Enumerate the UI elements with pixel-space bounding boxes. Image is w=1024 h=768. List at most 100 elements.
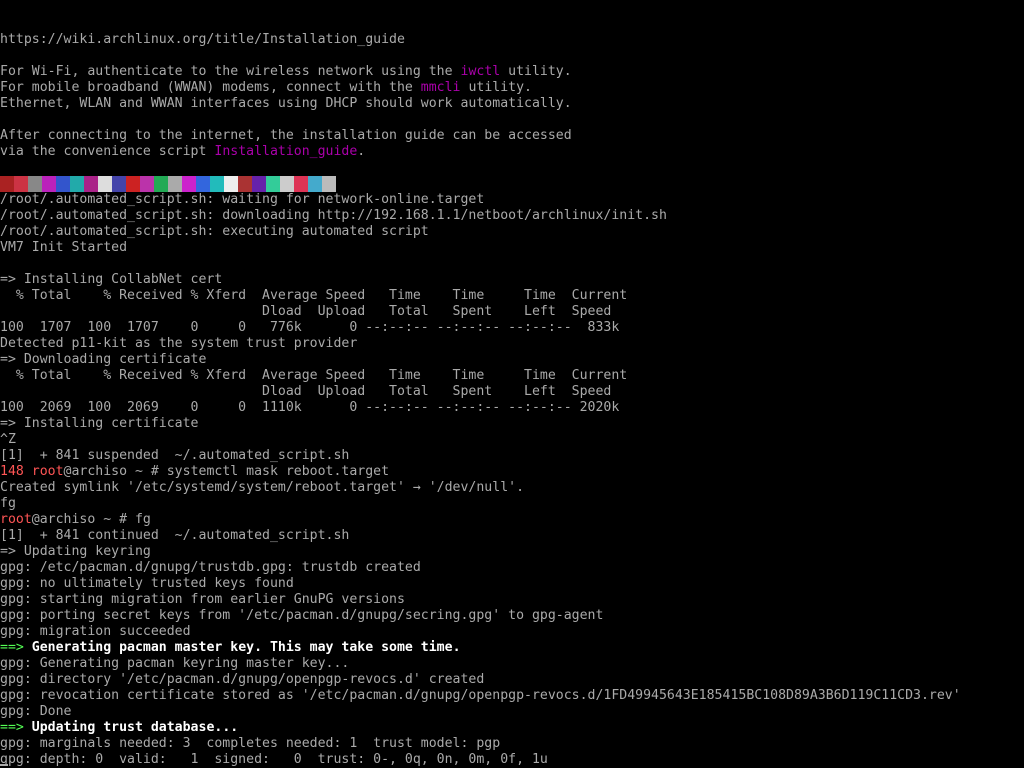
glitch-block: [224, 176, 238, 192]
glitch-block: [112, 176, 126, 192]
terminal-line: gpg: depth: 0 valid: 1 signed: 0 trust: …: [0, 752, 1024, 768]
terminal-text-segment: gpg: migration succeeded: [0, 624, 191, 639]
terminal-text-segment: gpg: Generating pacman keyring master ke…: [0, 656, 350, 671]
glitch-block: [28, 176, 42, 192]
terminal-line: For mobile broadband (WWAN) modems, conn…: [0, 80, 1024, 96]
terminal-line: gpg: revocation certificate stored as '/…: [0, 688, 1024, 704]
terminal-line: => Updating keyring: [0, 544, 1024, 560]
terminal-text-segment: Ethernet, WLAN and WWAN interfaces using…: [0, 96, 572, 111]
terminal-line: gpg: Done: [0, 704, 1024, 720]
terminal-line: % Total % Received % Xferd Average Speed…: [0, 288, 1024, 304]
terminal-text-segment: .: [357, 144, 366, 159]
terminal-text-segment: 148: [0, 464, 32, 479]
terminal-text-segment: ==>: [0, 640, 24, 655]
terminal-line: /root/.automated_script.sh: downloading …: [0, 208, 1024, 224]
terminal-line: For Wi-Fi, authenticate to the wireless …: [0, 64, 1024, 80]
glitch-block: [322, 176, 336, 192]
terminal-line: root@archiso ~ # fg: [0, 512, 1024, 528]
terminal-line: /root/.automated_script.sh: executing au…: [0, 224, 1024, 240]
terminal-line: [0, 176, 1024, 192]
terminal-text-segment: [1] + 841 continued ~/.automated_script.…: [0, 528, 350, 543]
glitch-block: [252, 176, 266, 192]
terminal-line: => Downloading certificate: [0, 352, 1024, 368]
glitch-block: [210, 176, 224, 192]
glitch-block: [308, 176, 322, 192]
terminal-text-segment: [1] + 841 suspended ~/.automated_script.…: [0, 448, 350, 463]
terminal-text-segment: Updating trust database...: [23, 720, 239, 735]
terminal-text-segment: VM7 Init Started: [0, 240, 128, 255]
terminal-line: Dload Upload Total Spent Left Speed: [0, 304, 1024, 320]
terminal-text-segment: fg: [0, 496, 16, 511]
glitch-block: [168, 176, 182, 192]
terminal-text-segment: % Total % Received % Xferd Average Speed…: [0, 368, 628, 383]
terminal-text-segment: ^Z: [0, 432, 16, 447]
terminal-line: gpg: no ultimately trusted keys found: [0, 576, 1024, 592]
glitch-block: [182, 176, 196, 192]
terminal-line: 100 2069 100 2069 0 0 1110k 0 --:--:-- -…: [0, 400, 1024, 416]
terminal-text-segment: root: [31, 464, 64, 479]
terminal-text-segment: gpg: revocation certificate stored as '/…: [0, 688, 961, 703]
terminal-line: ==> Generating pacman master key. This m…: [0, 640, 1024, 656]
terminal-line: 148 root@archiso ~ # systemctl mask rebo…: [0, 464, 1024, 480]
glitch-artifact: [0, 176, 336, 192]
terminal-line: [1] + 841 continued ~/.automated_script.…: [0, 528, 1024, 544]
terminal-line: 100 1707 100 1707 0 0 776k 0 --:--:-- --…: [0, 320, 1024, 336]
glitch-block: [56, 176, 70, 192]
terminal-text-segment: gpg: /etc/pacman.d/gnupg/trustdb.gpg: tr…: [0, 560, 421, 575]
terminal-line: https://wiki.archlinux.org/title/Install…: [0, 32, 1024, 48]
terminal-text-segment: gpg: porting secret keys from '/etc/pacm…: [0, 608, 604, 623]
terminal-text-segment: => Updating keyring: [0, 544, 151, 559]
glitch-block: [280, 176, 294, 192]
terminal-text-segment: ==>: [0, 720, 24, 735]
terminal-text-segment: => Downloading certificate: [0, 352, 207, 367]
glitch-block: [70, 176, 84, 192]
terminal-text-segment: utility.: [460, 80, 532, 95]
terminal-text-segment: Dload Upload Total Spent Left Speed: [0, 304, 612, 319]
terminal-text-segment: % Total % Received % Xferd Average Speed…: [0, 288, 628, 303]
glitch-block: [154, 176, 168, 192]
terminal-screen[interactable]: https://wiki.archlinux.org/title/Install…: [0, 0, 1024, 768]
terminal-line: ^Z: [0, 432, 1024, 448]
terminal-text-segment: After connecting to the internet, the in…: [0, 128, 572, 143]
terminal-line: ==> Updating trust database...: [0, 720, 1024, 736]
terminal-line: gpg: Generating pacman keyring master ke…: [0, 656, 1024, 672]
glitch-block: [42, 176, 56, 192]
glitch-block: [266, 176, 280, 192]
glitch-block: [126, 176, 140, 192]
glitch-block: [238, 176, 252, 192]
terminal-line: /root/.automated_script.sh: waiting for …: [0, 192, 1024, 208]
terminal-text-segment: => Installing certificate: [0, 416, 199, 431]
terminal-text-segment: For mobile broadband (WWAN) modems, conn…: [0, 80, 421, 95]
glitch-block: [14, 176, 28, 192]
terminal-line: => Installing certificate: [0, 416, 1024, 432]
terminal-line: => Installing CollabNet cert: [0, 272, 1024, 288]
terminal-line: VM7 Init Started: [0, 240, 1024, 256]
terminal-line: Created symlink '/etc/systemd/system/reb…: [0, 480, 1024, 496]
terminal-line: gpg: starting migration from earlier Gnu…: [0, 592, 1024, 608]
terminal-text-segment: via the convenience script: [0, 144, 215, 159]
terminal-text-segment: @archiso ~ # systemctl mask reboot.targe…: [63, 464, 390, 479]
terminal-text-segment: /root/.automated_script.sh: executing au…: [0, 224, 429, 239]
terminal-text-segment: gpg: starting migration from earlier Gnu…: [0, 592, 405, 607]
text-cursor-icon: [0, 764, 8, 766]
terminal-line: [1] + 841 suspended ~/.automated_script.…: [0, 448, 1024, 464]
terminal-text-segment: root: [0, 512, 32, 527]
terminal-line: Dload Upload Total Spent Left Speed: [0, 384, 1024, 400]
terminal-line: gpg: directory '/etc/pacman.d/gnupg/open…: [0, 672, 1024, 688]
terminal-output: https://wiki.archlinux.org/title/Install…: [0, 32, 1024, 768]
terminal-text-segment: => Installing CollabNet cert: [0, 272, 223, 287]
terminal-text-segment: Detected p11-kit as the system trust pro…: [0, 336, 358, 351]
terminal-text-segment: iwctl: [460, 64, 501, 79]
terminal-text-segment: https://wiki.archlinux.org/title/Install…: [0, 32, 405, 47]
terminal-text-segment: Created symlink '/etc/systemd/system/reb…: [0, 480, 525, 495]
terminal-line: fg: [0, 496, 1024, 512]
terminal-text-segment: gpg: depth: 0 valid: 1 signed: 0 trust: …: [0, 752, 548, 767]
terminal-line: % Total % Received % Xferd Average Speed…: [0, 368, 1024, 384]
glitch-block: [84, 176, 98, 192]
terminal-text-segment: gpg: Done: [0, 704, 72, 719]
terminal-text-segment: Installation_guide: [214, 144, 358, 159]
terminal-text-segment: For Wi-Fi, authenticate to the wireless …: [0, 64, 461, 79]
glitch-block: [196, 176, 210, 192]
